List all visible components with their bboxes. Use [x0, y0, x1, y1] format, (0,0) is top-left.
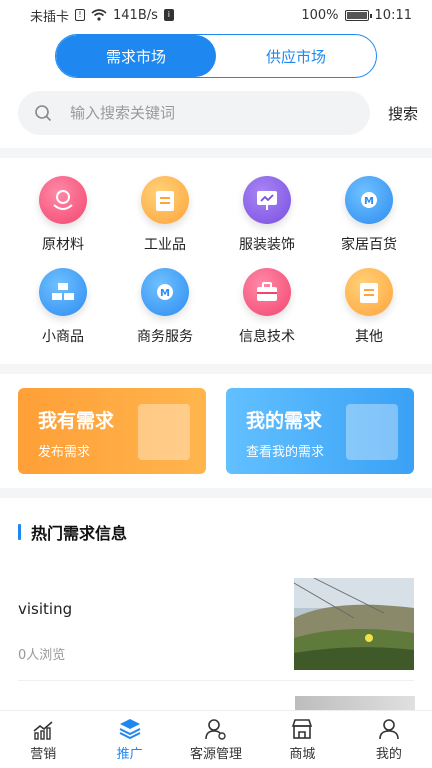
segment-control: 需求市场 供应市场: [55, 34, 377, 78]
category-small-goods[interactable]: 小商品: [12, 268, 114, 346]
tab-label: 营销: [30, 747, 57, 762]
svg-text:M: M: [364, 196, 374, 207]
item-views: 0人浏览: [18, 648, 66, 663]
search-icon: [35, 105, 52, 122]
my-demand-card[interactable]: 我的需求 查看我的需求: [226, 388, 414, 474]
status-left: 未插卡 ! 141B/s i: [30, 6, 174, 25]
category-label: 原材料: [42, 237, 84, 253]
category-label: 小商品: [42, 329, 84, 345]
category-label: 信息技术: [239, 329, 295, 345]
lightbulb-m-icon: M: [141, 268, 189, 316]
tab-demand-market[interactable]: 需求市场: [56, 35, 216, 77]
category-label: 服装装饰: [239, 237, 295, 253]
item-name: visiting: [18, 600, 73, 618]
clipboard-icon: [141, 176, 189, 224]
section-divider: [0, 148, 432, 158]
battery-percent: 100%: [301, 7, 339, 23]
briefcase-icon: [243, 268, 291, 316]
search-button[interactable]: 搜索: [388, 103, 418, 124]
user-gear-icon: [205, 719, 226, 740]
lightbulb-m-icon: M: [345, 176, 393, 224]
presentation-icon: [243, 176, 291, 224]
tab-promotion[interactable]: 推广: [86, 711, 172, 768]
category-industrial[interactable]: 工业品: [114, 176, 216, 254]
status-bar: 未插卡 ! 141B/s i 100% 10:11: [0, 0, 432, 30]
person-icon: [379, 719, 399, 740]
tab-label: 我的: [375, 747, 402, 762]
carrier-text: 未插卡: [30, 9, 70, 25]
search-box[interactable]: [18, 91, 370, 135]
tab-label: 客源管理: [190, 747, 243, 762]
tab-customer-management[interactable]: 客源管理: [173, 711, 259, 768]
category-other[interactable]: 其他: [318, 268, 420, 346]
demand-cards: 我有需求 发布需求 我的需求 查看我的需求: [0, 374, 432, 488]
battery-icon: [344, 9, 372, 21]
document-edit-icon: [346, 404, 398, 460]
chart-icon: [33, 721, 53, 740]
item-text: visiting 0人浏览: [18, 578, 72, 670]
market-switch: 需求市场 供应市场: [0, 34, 432, 78]
store-icon: [292, 719, 313, 739]
scroll-icon: [138, 404, 190, 460]
bottom-tab-bar: 营销 推广 客源管理 商城 我的: [0, 710, 432, 768]
section-divider: [0, 488, 432, 498]
tab-label: 推广: [116, 747, 143, 762]
clock: 10:11: [374, 7, 412, 23]
category-label: 商务服务: [137, 329, 193, 345]
category-label: 家居百货: [341, 237, 397, 253]
category-it[interactable]: 信息技术: [216, 268, 318, 346]
globe-hand-icon: [39, 176, 87, 224]
category-apparel[interactable]: 服装装饰: [216, 176, 318, 254]
network-speed: 141B/s: [113, 7, 158, 23]
hot-title-text: 热门需求信息: [31, 524, 128, 543]
category-label: 工业品: [144, 237, 186, 253]
tab-store[interactable]: 商城: [259, 711, 345, 768]
tab-supply-market[interactable]: 供应市场: [216, 35, 376, 77]
sim-icon: !: [75, 9, 86, 21]
category-business-services[interactable]: M 商务服务: [114, 268, 216, 346]
section-divider: [0, 364, 432, 374]
category-grid: 原材料 工业品 服装装饰 M 家居百货 小商品 M 商务服务 信息技术 其他: [0, 158, 432, 354]
category-household[interactable]: M 家居百货: [318, 176, 420, 254]
notification-icon: i: [163, 9, 174, 21]
list-item[interactable]: visiting 0人浏览: [0, 544, 432, 670]
tab-label: 商城: [289, 747, 316, 762]
status-right: 100% 10:11: [301, 8, 412, 23]
clipboard-icon: [345, 268, 393, 316]
gold-bars-icon: [39, 268, 87, 316]
layers-icon: [119, 719, 141, 740]
title-accent-bar: [18, 524, 21, 540]
item-thumbnail: [295, 696, 415, 710]
svg-text:M: M: [160, 288, 170, 299]
tab-mine[interactable]: 我的: [346, 711, 432, 768]
publish-demand-card[interactable]: 我有需求 发布需求: [18, 388, 206, 474]
list-divider: [18, 680, 414, 681]
search-row: 搜索: [0, 90, 432, 136]
hot-section-title: 热门需求信息: [0, 498, 432, 544]
category-label: 其他: [355, 329, 383, 345]
category-raw-materials[interactable]: 原材料: [12, 176, 114, 254]
tab-marketing[interactable]: 营销: [0, 711, 86, 768]
item-thumbnail: [294, 578, 414, 670]
search-input[interactable]: [70, 104, 310, 122]
wifi-icon: [91, 9, 107, 21]
